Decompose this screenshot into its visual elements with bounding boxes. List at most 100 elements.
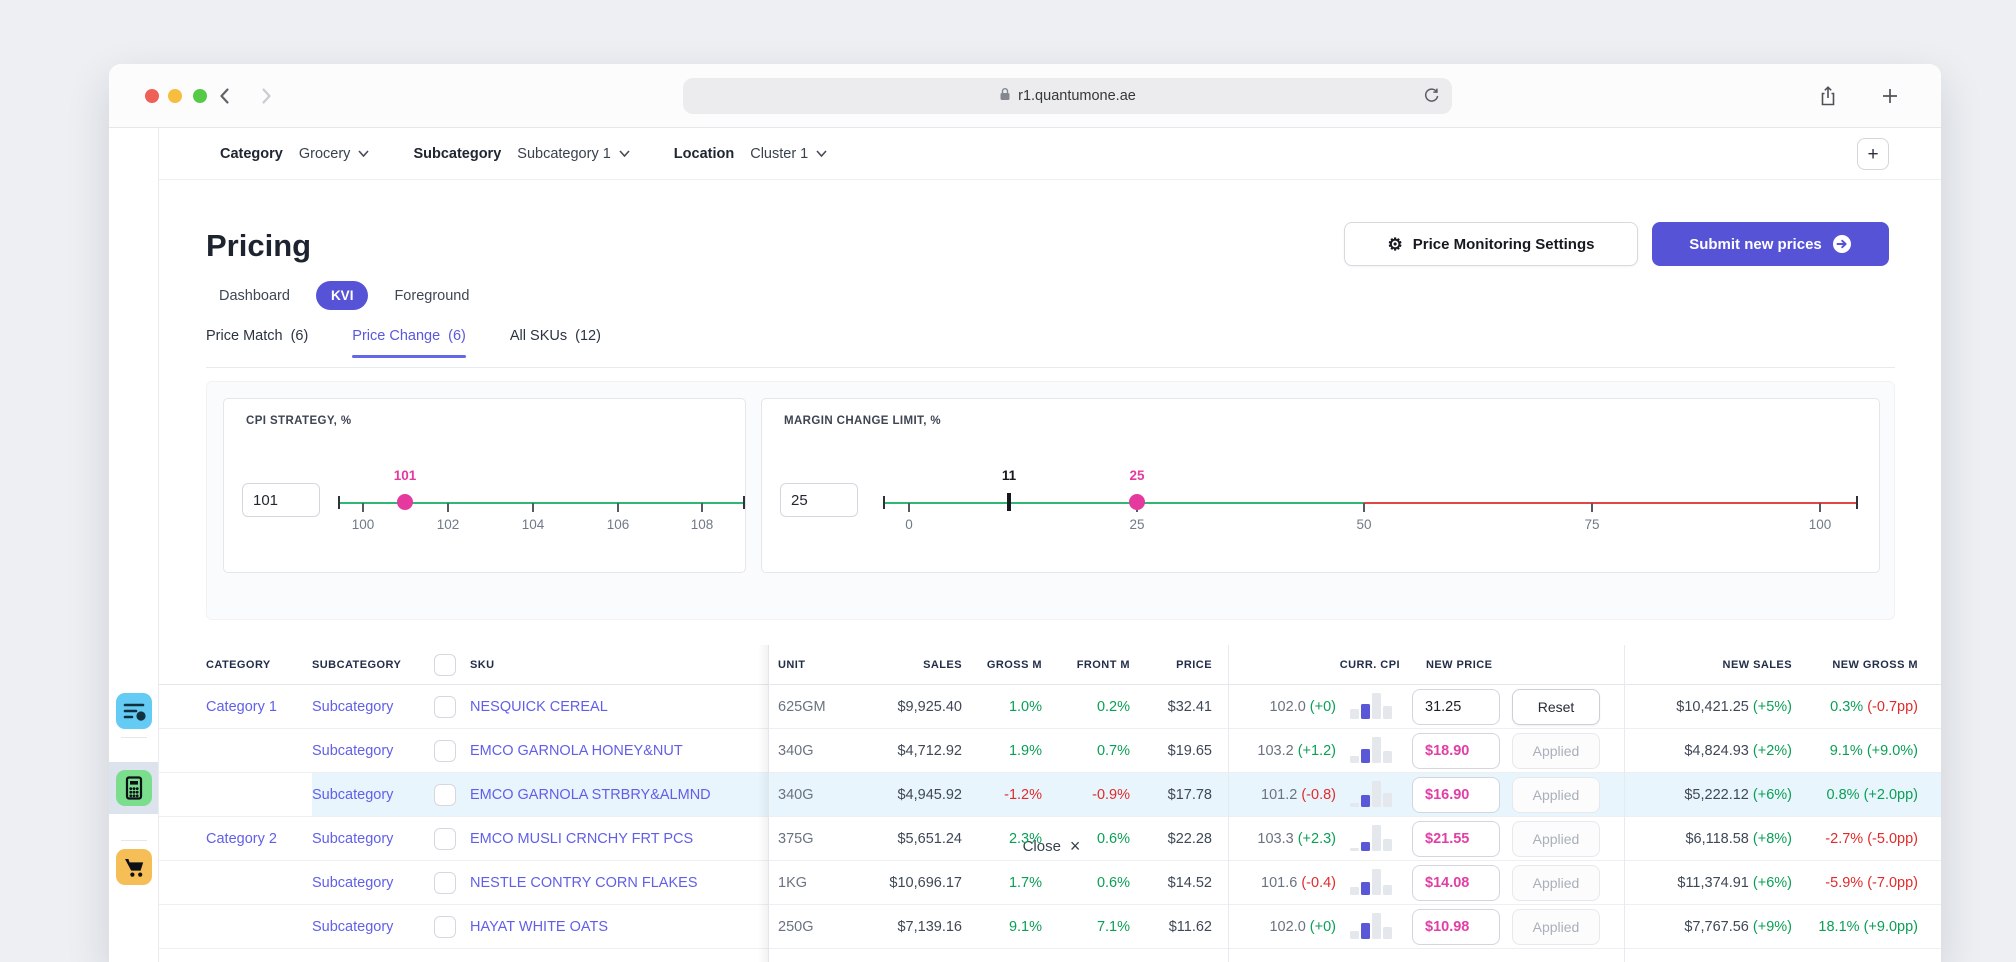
unit-value: 1KG bbox=[778, 875, 807, 891]
tab-kvi[interactable]: KVI bbox=[316, 281, 369, 310]
price-distribution-chart bbox=[1340, 729, 1412, 772]
location-filter-dropdown[interactable]: Cluster 1 bbox=[750, 146, 827, 162]
tab-price-match[interactable]: Price Match (6) bbox=[206, 328, 308, 358]
address-bar[interactable]: r1.quantumone.ae bbox=[683, 78, 1452, 114]
frozen-column-divider bbox=[768, 645, 769, 962]
sku-link[interactable]: EMCO GARNOLA HONEY&NUT bbox=[470, 743, 683, 759]
sku-link[interactable]: NESQUICK CEREAL bbox=[470, 699, 608, 715]
table-row: Subcategory NESTLE CONTRY CORN FLAKES 1KG $… bbox=[159, 861, 1941, 905]
subcategory-filter-dropdown[interactable]: Subcategory 1 bbox=[517, 146, 630, 162]
add-filter-button[interactable]: + bbox=[1857, 138, 1889, 170]
row-checkbox[interactable] bbox=[434, 740, 456, 762]
refresh-icon[interactable] bbox=[1423, 87, 1440, 109]
row-checkbox[interactable] bbox=[434, 872, 456, 894]
category-filter-dropdown[interactable]: Grocery bbox=[299, 146, 370, 162]
applied-button[interactable]: Applied bbox=[1512, 909, 1600, 945]
frozen-column-shadow bbox=[758, 645, 768, 962]
traffic-light-zoom-button[interactable] bbox=[193, 89, 207, 103]
front-margin-value: -0.9% bbox=[1092, 787, 1130, 803]
sku-link[interactable]: NESTLE CONTRY CORN FLAKES bbox=[470, 875, 698, 891]
reset-button[interactable]: Reset bbox=[1512, 689, 1600, 725]
price-monitoring-settings-button[interactable]: ⚙ Price Monitoring Settings bbox=[1344, 222, 1638, 266]
tabs-divider bbox=[206, 367, 1895, 368]
sidebar-item-cart[interactable] bbox=[116, 849, 152, 885]
front-margin-value: 0.6% bbox=[1097, 875, 1130, 891]
share-icon[interactable] bbox=[1817, 84, 1839, 113]
price-distribution-chart bbox=[1340, 685, 1412, 728]
row-checkbox[interactable] bbox=[434, 784, 456, 806]
tab-all-skus[interactable]: All SKUs (12) bbox=[510, 328, 601, 358]
header-category: CATEGORY bbox=[206, 659, 312, 671]
new-price-input[interactable]: $16.90 bbox=[1412, 777, 1500, 813]
tab-dashboard[interactable]: Dashboard bbox=[219, 288, 290, 304]
filter-bar: Category Grocery Subcategory Subcategory… bbox=[159, 128, 1941, 180]
curr-cpi-value: 102.0 (+0) bbox=[1228, 919, 1340, 935]
applied-button[interactable]: Applied bbox=[1512, 733, 1600, 769]
submit-new-prices-button[interactable]: Submit new prices bbox=[1652, 222, 1889, 266]
row-checkbox[interactable] bbox=[434, 828, 456, 850]
category-link[interactable]: Category 1 bbox=[206, 699, 277, 715]
row-checkbox[interactable] bbox=[434, 696, 456, 718]
price-value: $22.28 bbox=[1168, 831, 1212, 847]
new-price-input[interactable]: $14.08 bbox=[1412, 865, 1500, 901]
applied-button[interactable]: Applied bbox=[1512, 821, 1600, 857]
margin-change-limit-input[interactable]: 25 bbox=[780, 483, 858, 517]
margin-handle-value: 25 bbox=[1129, 468, 1144, 483]
sku-link[interactable]: HAYAT WHITE OATS bbox=[470, 919, 608, 935]
tab-price-change[interactable]: Price Change (6) bbox=[352, 328, 466, 358]
tick-label: 104 bbox=[522, 517, 545, 532]
header-gross-m: GROSS M bbox=[962, 659, 1042, 671]
price-value: $19.65 bbox=[1168, 743, 1212, 759]
header-front-m: FRONT M bbox=[1042, 659, 1130, 671]
subcategory-link[interactable]: Subcategory bbox=[312, 743, 393, 759]
margin-slider-handle[interactable] bbox=[1129, 494, 1145, 510]
tab-foreground[interactable]: Foreground bbox=[394, 288, 469, 304]
tick-label: 106 bbox=[607, 517, 630, 532]
header-subcategory: SUBCATEGORY bbox=[312, 659, 434, 671]
subcategory-link[interactable]: Subcategory bbox=[312, 699, 393, 715]
row-checkbox[interactable] bbox=[434, 916, 456, 938]
sku-link[interactable]: EMCO GARNOLA STRBRY&ALMND bbox=[470, 787, 711, 803]
gross-margin-value: 1.9% bbox=[1009, 743, 1042, 759]
subcategory-link[interactable]: Subcategory bbox=[312, 831, 393, 847]
front-margin-value: 0.6% bbox=[1097, 831, 1130, 847]
forward-icon[interactable] bbox=[255, 85, 277, 107]
curr-cpi-value: 101.6 (-0.4) bbox=[1228, 875, 1340, 891]
new-price-input[interactable]: 31.25 bbox=[1412, 689, 1500, 725]
new-price-input[interactable]: $21.55 bbox=[1412, 821, 1500, 857]
sales-value: $4,712.92 bbox=[897, 743, 962, 759]
traffic-light-close-button[interactable] bbox=[145, 89, 159, 103]
table-row: SubcategoryHAYAT WHITE OATS250G$7,139.16… bbox=[159, 905, 1941, 949]
unit-value: 625GM bbox=[778, 699, 826, 715]
new-tab-icon[interactable] bbox=[1879, 84, 1901, 113]
subcategory-link[interactable]: Subcategory bbox=[312, 787, 393, 803]
select-all-checkbox[interactable] bbox=[434, 654, 456, 676]
cpi-slider-handle[interactable] bbox=[397, 494, 413, 510]
slider-track-red[interactable] bbox=[1364, 502, 1858, 504]
unit-value: 340G bbox=[778, 743, 813, 759]
location-filter: Location Cluster 1 bbox=[674, 146, 827, 162]
subcategory-link[interactable]: Subcategory bbox=[312, 875, 393, 891]
strategy-panels: CPI STRATEGY, % 101 100 102 104 106 bbox=[206, 381, 1895, 620]
new-values-section-divider bbox=[1624, 645, 1625, 962]
applied-button[interactable]: Applied bbox=[1512, 865, 1600, 901]
subcategory-filter-label: Subcategory bbox=[413, 146, 501, 162]
gross-margin-value: 9.1% bbox=[1009, 919, 1042, 935]
header-sku: SKU bbox=[470, 659, 768, 671]
category-link[interactable]: Category 2 bbox=[206, 831, 277, 847]
slider-track-green[interactable] bbox=[884, 502, 1364, 504]
sku-link[interactable]: EMCO MUSLI CRNCHY FRT PCS bbox=[470, 831, 693, 847]
back-icon[interactable] bbox=[214, 85, 236, 107]
sidebar-item-lists[interactable] bbox=[116, 693, 152, 729]
traffic-light-minimize-button[interactable] bbox=[168, 89, 182, 103]
new-price-input[interactable]: $10.98 bbox=[1412, 909, 1500, 945]
tab-count: (6) bbox=[448, 328, 466, 344]
applied-button[interactable]: Applied bbox=[1512, 777, 1600, 813]
subcategory-link[interactable]: Subcategory bbox=[312, 919, 393, 935]
gear-icon: ⚙ bbox=[1388, 236, 1403, 253]
curr-cpi-value: 103.3 (+2.3) bbox=[1228, 831, 1340, 847]
cpi-strategy-input[interactable]: 101 bbox=[242, 483, 320, 517]
sidebar-item-pricing[interactable] bbox=[116, 770, 152, 806]
new-price-input[interactable]: $18.90 bbox=[1412, 733, 1500, 769]
new-sales-value: $7,767.56 (+9%) bbox=[1624, 919, 1792, 935]
